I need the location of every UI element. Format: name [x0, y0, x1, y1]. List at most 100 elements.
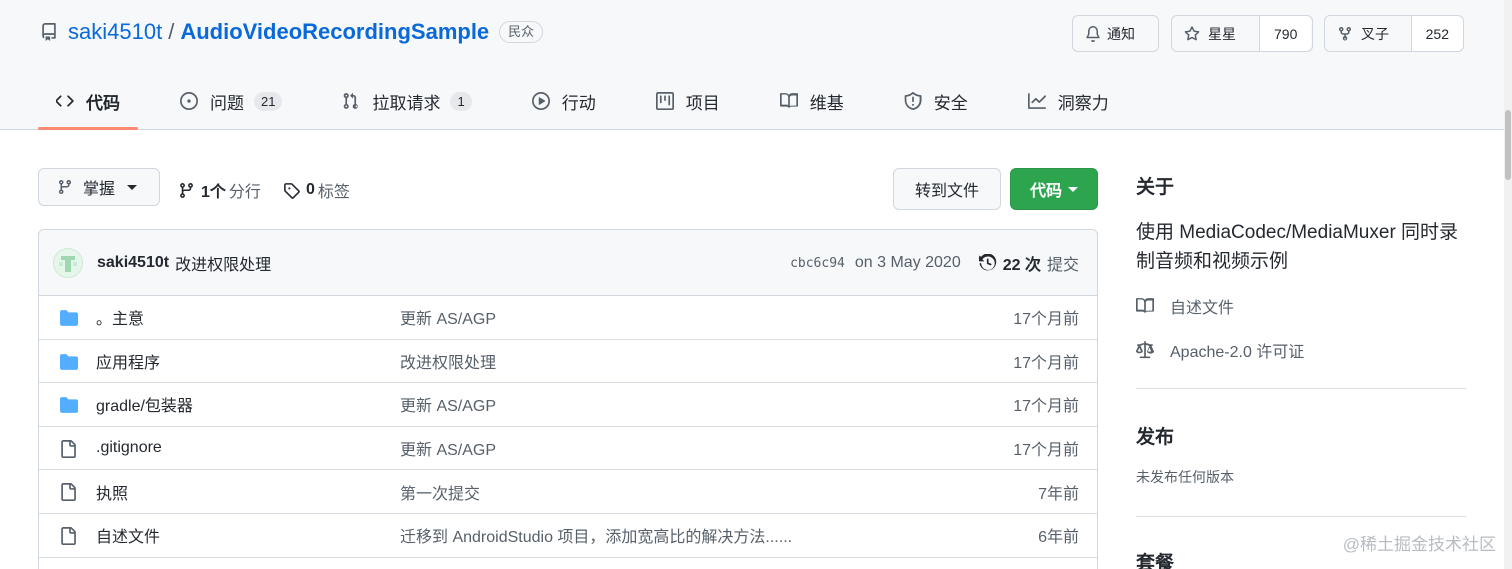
tab-pull-requests[interactable]: 拉取请求 1	[324, 78, 489, 124]
releases-heading[interactable]: 发布	[1136, 422, 1174, 449]
code-button-label: 代码	[1029, 183, 1062, 200]
tab-security[interactable]: 安全	[886, 78, 986, 124]
packages-heading[interactable]: 套餐	[1136, 548, 1174, 569]
tab-issues-label: 问题	[210, 93, 244, 113]
tab-wiki[interactable]: 维基	[762, 78, 862, 124]
tags-link[interactable]: 0 标签	[283, 178, 350, 202]
history-icon	[978, 254, 997, 272]
star-icon	[1184, 25, 1208, 42]
watch-button[interactable]: 通知	[1072, 15, 1159, 52]
tab-projects[interactable]: 项目	[638, 78, 738, 124]
file-row[interactable]: 。主意 更新 AS/AGP 17个月前	[39, 296, 1097, 340]
graph-icon	[1027, 92, 1058, 110]
readme-label: 自述文件	[1170, 300, 1235, 317]
file-name-link[interactable]: 应用程序	[96, 349, 160, 373]
file-icon	[59, 526, 77, 545]
code-dropdown-button[interactable]: 代码	[1010, 168, 1098, 210]
branch-icon	[178, 182, 195, 199]
repo-owner-link[interactable]: saki4510t	[68, 19, 162, 45]
folder-icon	[59, 309, 79, 327]
tab-actions[interactable]: 行动	[514, 78, 614, 124]
commits-history-link[interactable]: 22 次 提交	[978, 251, 1079, 275]
book-icon	[779, 92, 810, 110]
fork-count[interactable]: 252	[1410, 16, 1463, 51]
code-icon	[56, 92, 86, 110]
file-age: 17个月前	[1013, 354, 1079, 372]
avatar[interactable]	[53, 247, 83, 278]
file-name-link[interactable]: 执照	[96, 480, 128, 504]
commit-message-link[interactable]: 改进权限处理	[175, 251, 271, 275]
tab-pull-requests-label: 拉取请求	[372, 93, 441, 113]
folder-icon	[59, 353, 79, 371]
sidebar-divider	[1136, 388, 1466, 389]
file-age: 17个月前	[1013, 442, 1079, 460]
repo-tabs: 代码 问题 21 拉取请求 1 行动 项目 维基 安全 洞察力	[38, 78, 1151, 130]
file-row[interactable]: 应用程序 改进权限处理 17个月前	[39, 340, 1097, 384]
file-row[interactable]: .gitignore 更新 AS/AGP 17个月前	[39, 427, 1097, 471]
repo-path-separator: /	[168, 19, 175, 44]
file-commit-message-link[interactable]: 迁移到 AndroidStudio 项目，添加宽高比的解决方法......	[400, 523, 792, 547]
tab-code[interactable]: 代码	[38, 78, 138, 130]
law-icon	[1136, 341, 1170, 359]
fork-label: 叉子	[1361, 25, 1389, 42]
file-age: 7年前	[1038, 485, 1079, 503]
chevron-down-icon	[127, 184, 138, 190]
branches-label: 分行	[228, 184, 261, 201]
tab-issues[interactable]: 问题 21	[162, 78, 300, 124]
file-icon	[59, 439, 77, 458]
fork-icon	[1337, 26, 1361, 42]
file-name-link[interactable]: 。主意	[96, 305, 144, 329]
latest-commit-bar: saki4510t 改进权限处理 cbc6c94 on 3 May 2020 2…	[39, 230, 1097, 296]
readme-link[interactable]: 自述文件	[1136, 294, 1234, 318]
fork-button[interactable]: 叉子 252	[1324, 15, 1464, 52]
issues-count-badge: 21	[254, 91, 283, 111]
book-icon	[1136, 297, 1170, 315]
branches-link[interactable]: 1个 分行	[178, 178, 261, 202]
star-count[interactable]: 790	[1259, 16, 1312, 51]
scrollbar-thumb[interactable]	[1505, 110, 1511, 180]
star-button[interactable]: 星星 790	[1171, 15, 1313, 52]
tab-wiki-label: 维基	[809, 93, 844, 113]
file-commit-message-link[interactable]: 更新 AS/AGP	[400, 436, 496, 460]
repo-name-link[interactable]: AudioVideoRecordingSample	[180, 19, 489, 45]
tab-projects-label: 项目	[685, 93, 720, 113]
branch-icon	[57, 179, 83, 195]
commits-label: 提交	[1046, 257, 1079, 274]
file-commit-message-link[interactable]: 第一次提交	[400, 480, 480, 504]
releases-empty-text: 未发布任何版本	[1136, 469, 1234, 485]
file-commit-message-link[interactable]: 更新 AS/AGP	[400, 392, 496, 416]
file-row[interactable]: gradle/包装器 更新 AS/AGP 17个月前	[39, 383, 1097, 427]
tab-code-label: 代码	[86, 93, 120, 113]
repo-description: 使用 MediaCodec/MediaMuxer 同时录制音频和视频示例	[1136, 222, 1459, 272]
license-label: Apache-2.0 许可证	[1170, 344, 1305, 361]
repo-header: saki4510t / AudioVideoRecordingSample 民众…	[0, 0, 1512, 130]
file-age: 17个月前	[1013, 311, 1079, 329]
pull-request-icon	[342, 92, 372, 110]
project-icon	[655, 92, 686, 110]
branch-select-button[interactable]: 掌握	[38, 168, 160, 206]
commit-meta: cbc6c94 on 3 May 2020 22 次 提交	[790, 230, 1079, 296]
tab-security-label: 安全	[933, 93, 968, 113]
tab-insights[interactable]: 洞察力	[1010, 78, 1127, 124]
folder-icon	[59, 396, 79, 414]
file-commit-message-link[interactable]: 更新 AS/AGP	[400, 305, 496, 329]
file-age: 17个月前	[1013, 398, 1079, 416]
commit-sha-link[interactable]: cbc6c94	[790, 256, 845, 271]
file-commit-message-link[interactable]: 改进权限处理	[400, 349, 496, 373]
file-name-link[interactable]: gradle/包装器	[96, 392, 193, 416]
commit-author-link[interactable]: saki4510t	[97, 254, 169, 272]
file-row[interactable]: 自述文件 迁移到 AndroidStudio 项目，添加宽高比的解决方法....…	[39, 514, 1097, 558]
commits-count: 22 次	[1002, 257, 1041, 274]
license-link[interactable]: Apache-2.0 许可证	[1136, 338, 1304, 362]
branches-count: 1个	[201, 184, 226, 201]
file-row[interactable]: 执照 第一次提交 7年前	[39, 470, 1097, 514]
go-to-file-button[interactable]: 转到文件	[893, 168, 1001, 210]
sidebar-divider	[1136, 516, 1466, 517]
issue-icon	[180, 92, 210, 110]
file-name-link[interactable]: .gitignore	[96, 439, 162, 457]
file-browser: saki4510t 改进权限处理 cbc6c94 on 3 May 2020 2…	[38, 229, 1098, 569]
play-icon	[531, 92, 562, 110]
file-name-link[interactable]: 自述文件	[96, 523, 160, 547]
page-scrollbar[interactable]	[1504, 0, 1512, 569]
star-label: 星星	[1208, 25, 1236, 42]
